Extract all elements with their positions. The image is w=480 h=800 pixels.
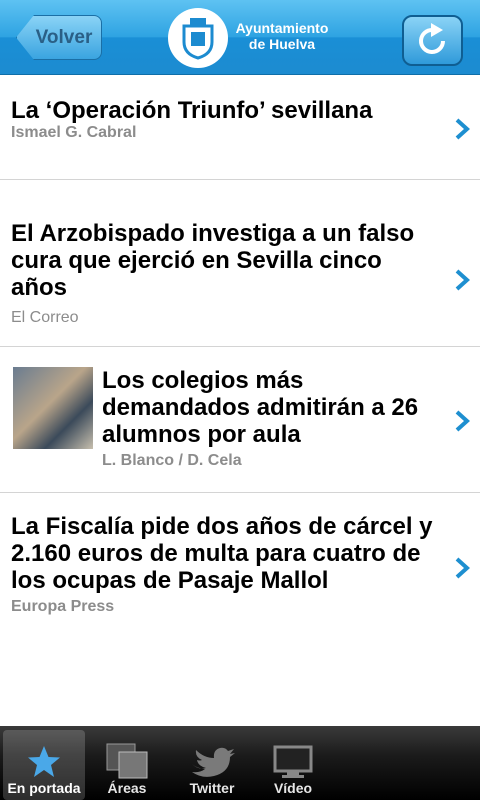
article-title: El Arzobispado investiga a un falso cura… — [11, 220, 415, 301]
tab-label: Twitter — [189, 780, 235, 796]
article-author: El Correo — [11, 309, 79, 326]
bottom-tab-bar: En portada Áreas Twitter Vídeo — [0, 726, 480, 800]
twitter-bird-icon — [192, 747, 235, 777]
refresh-icon — [418, 22, 445, 54]
back-button[interactable]: Volver — [16, 15, 102, 60]
top-bar: Volver Ayuntamiento de Huelva — [0, 0, 480, 75]
city-crest-logo — [168, 8, 228, 68]
chevron-right-icon — [455, 269, 470, 291]
tab-label: En portada — [7, 780, 81, 796]
news-list: La ‘Operación Triunfo’ sevillana Ismael … — [0, 75, 480, 633]
list-item[interactable]: La Fiscalía pide dos años de cárcel y 2.… — [0, 493, 480, 633]
monitor-icon — [273, 745, 313, 778]
tab-video[interactable]: Vídeo — [260, 730, 326, 800]
chevron-right-icon — [455, 557, 470, 579]
app-title-line2: de Huelva — [248, 36, 316, 52]
list-item[interactable]: Los colegios más demandados admitirán a … — [0, 347, 480, 493]
article-author: L. Blanco / D. Cela — [102, 452, 242, 469]
tab-label: Áreas — [107, 780, 147, 796]
chevron-right-icon — [455, 118, 470, 140]
article-title: Los colegios más demandados admitirán a … — [102, 367, 419, 448]
star-icon — [28, 746, 60, 777]
article-title: La Fiscalía pide dos años de cárcel y 2.… — [11, 513, 433, 594]
article-title: La ‘Operación Triunfo’ sevillana — [11, 97, 373, 124]
list-item[interactable]: El Arzobispado investiga a un falso cura… — [0, 180, 480, 347]
crest-icon — [182, 18, 214, 60]
tab-twitter[interactable]: Twitter — [178, 730, 246, 800]
tab-areas[interactable]: Áreas — [92, 730, 162, 800]
app-title: Ayuntamiento de Huelva — [232, 20, 332, 52]
tab-en-portada[interactable]: En portada — [3, 730, 85, 800]
list-item[interactable]: La ‘Operación Triunfo’ sevillana Ismael … — [0, 75, 480, 180]
areas-icon — [106, 743, 148, 779]
tab-label: Vídeo — [273, 780, 313, 796]
article-thumbnail — [13, 367, 93, 449]
app-title-line1: Ayuntamiento — [235, 20, 329, 36]
article-author: Ismael G. Cabral — [11, 124, 137, 141]
refresh-button[interactable] — [402, 15, 463, 66]
chevron-right-icon — [455, 410, 470, 432]
article-author: Europa Press — [11, 598, 115, 615]
